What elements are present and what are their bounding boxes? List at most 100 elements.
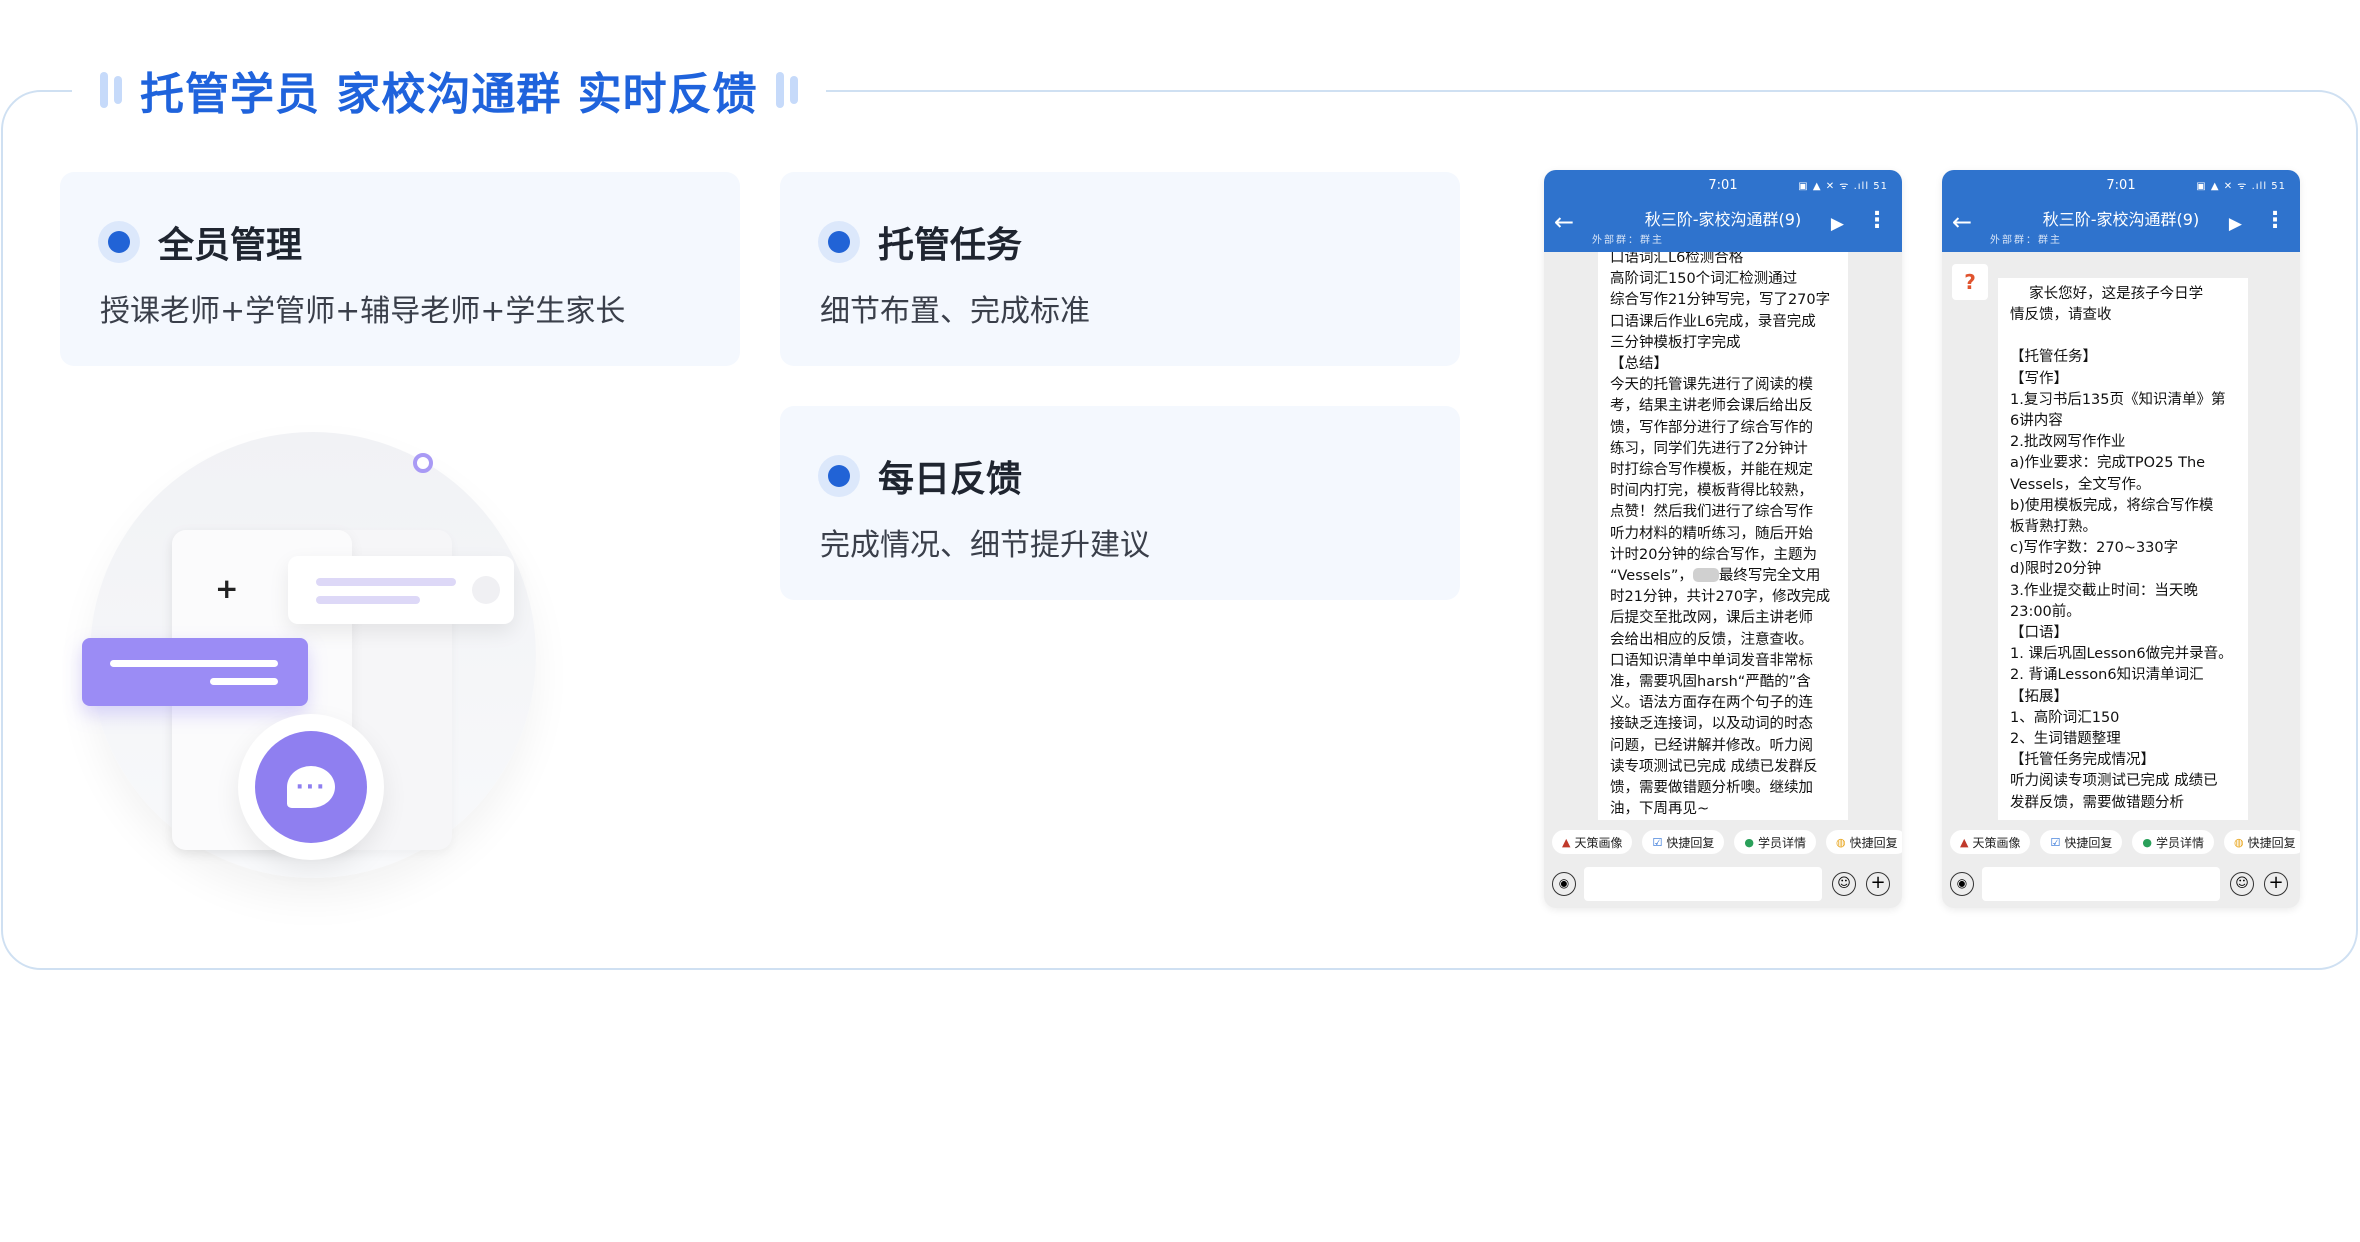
message-line (2010, 326, 2236, 347)
phone-screenshot-tasks: 7:01 ▣ ▲ ✕ ᯤ .ıll 51 ← 秋三阶-家校沟通群(9) 外部群：… (1942, 170, 2300, 908)
quick-tool-label: 天策画像 (1574, 835, 1623, 850)
title-bar: 托管学员 家校沟通群 实时反馈 (72, 58, 826, 122)
status-icons: ▣ ▲ ✕ ᯤ .ıll 51 (2196, 181, 2286, 192)
message-line: 【托管任务完成情况】 (2010, 752, 2155, 769)
message-bubble-white (288, 556, 514, 624)
slide: 托管学员 家校沟通群 实时反馈 全员管理 授课老师+学管师+辅导老师+学生家长 … (0, 0, 2360, 1242)
message-line: 三分钟模板打字完成 (1610, 334, 1741, 351)
quick-tool-button[interactable]: ● 学员详情 (2132, 830, 2214, 854)
message-line: c)写作字数：270~330字 (2010, 540, 2179, 557)
message-line: 口语知识清单中单词发音非常标 (1610, 652, 1813, 669)
chat-subtitle: 外部群：群主 (1592, 235, 1664, 246)
chat-header: ← 秋三阶-家校沟通群(9) 外部群：群主 ▶ ⋮ (1544, 200, 1902, 252)
message-line: b)使用模板完成，将综合写作模 (2010, 497, 2214, 514)
status-bar: 7:01 ▣ ▲ ✕ ᯤ .ıll 51 (1942, 170, 2300, 200)
message-line: 2. 背诵Lesson6知识清单词汇 (2010, 667, 2204, 684)
add-icon[interactable]: + (2264, 872, 2288, 896)
quick-tool-button[interactable]: ▲ 天策画像 (1950, 830, 2031, 854)
quick-tool-label: 学员详情 (1757, 835, 1806, 850)
chat-body: ? 家长您好，这是孩子今日学 情反馈，请查收 【托管任务】 【写作】 1.复习书后135… (1942, 252, 2300, 820)
message-input[interactable] (1982, 867, 2220, 901)
status-icons: ▣ ▲ ✕ ᯤ .ıll 51 (1798, 181, 1888, 192)
message-line: 听力材料的精听练习，随后开始 (1610, 525, 1813, 542)
card-desc: 完成情况、细节提升建议 (820, 528, 1150, 563)
message-line: 时21分钟，共计270字，修改完成 (1610, 589, 1831, 606)
message-line: 油，下周再见~ (1610, 801, 1710, 818)
quick-tool-button[interactable]: ◍ 快捷回复 (2224, 830, 2300, 854)
message-line: 接缺乏连接词，以及动词的时态 (1610, 716, 1813, 733)
quick-tool-label: 快捷回复 (2064, 835, 2113, 850)
quick-tools-bar: ▲ 天策画像 ☑ 快捷回复 ● 学员详情 ◍ 快捷回复 (1544, 820, 1902, 860)
card-label: 全员管理 (158, 225, 303, 266)
chat-title: 秋三阶-家校沟通群(9) (1644, 210, 1802, 229)
message-line: 高阶词汇150个词汇检测通过 (1610, 271, 1798, 288)
message-line: 1、高阶词汇150 (2010, 709, 2120, 726)
card-daily-feedback: 每日反馈 完成情况、细节提升建议 (780, 406, 1460, 600)
ring-dot-icon (413, 453, 433, 473)
message-line: 时打综合写作模板，并能在规定 (1610, 462, 1813, 479)
message-line: 板背熟打熟。 (2010, 519, 2097, 536)
quick-tool-button[interactable]: ☑ 快捷回复 (2040, 830, 2123, 854)
video-call-icon[interactable]: ▶ (1831, 214, 1844, 234)
person-chart-icon: ▲ (1562, 835, 1571, 849)
message-line: 家长您好，这是孩子今日学 (2010, 286, 2204, 302)
quick-tool-button[interactable]: ● 学员详情 (1734, 830, 1816, 854)
blurred-name (1692, 568, 1719, 583)
message-line: 义。语法方面存在两个句子的连 (1610, 695, 1813, 712)
chat-illustration: + ··· (60, 420, 580, 900)
message-line: 【总结】 (1610, 356, 1668, 373)
checkbox-icon: ☑ (1652, 835, 1663, 849)
more-menu-icon[interactable]: ⋮ (1866, 208, 1888, 233)
card-desc: 细节布置、完成标准 (820, 294, 1090, 329)
more-menu-icon[interactable]: ⋮ (2264, 208, 2286, 233)
card-all-staff: 全员管理 授课老师+学管师+辅导老师+学生家长 (60, 172, 740, 366)
message-line: 后提交至批改网，课后主讲老师 (1610, 610, 1813, 627)
message-line: d)限时20分钟 (2010, 561, 2102, 578)
message-line: 计时20分钟的综合写作，主题为 (1610, 546, 1817, 563)
chat-title: 秋三阶-家校沟通群(9) (2042, 210, 2200, 229)
message-bubble: 口语词汇L6检测合格 高阶词汇150个词汇检测通过 综合写作21分钟写完，写了270… (1598, 252, 1848, 820)
quick-tools-bar: ▲ 天策画像 ☑ 快捷回复 ● 学员详情 ◍ 快捷回复 (1942, 820, 2300, 860)
emoji-icon[interactable]: ☺ (2230, 872, 2254, 896)
message-input[interactable] (1584, 867, 1822, 901)
message-line: 1.复习书后135页《知识清单》第 (2010, 391, 2226, 408)
sender-avatar-icon[interactable]: ? (1952, 264, 1988, 300)
quick-tool-label: 学员详情 (2155, 835, 2204, 850)
card-desc: 授课老师+学管师+辅导老师+学生家长 (100, 294, 626, 329)
message-icon: ◍ (2234, 835, 2244, 849)
quick-tool-label: 快捷回复 (1666, 835, 1715, 850)
chat-header: ← 秋三阶-家校沟通群(9) 外部群：群主 ▶ ⋮ (1942, 200, 2300, 252)
user-icon: ● (2142, 835, 2152, 849)
message-line: 2.批改网写作作业 (2010, 434, 2126, 451)
quick-tool-button[interactable]: ◍ 快捷回复 (1826, 830, 1902, 854)
message-bubble: 家长您好，这是孩子今日学 情反馈，请查收 【托管任务】 【写作】 1.复习书后135页《… (1998, 278, 2248, 820)
message-icon: ◍ (1836, 835, 1846, 849)
message-line: 【口语】 (2010, 625, 2068, 642)
voice-icon[interactable]: ◉ (1950, 872, 1974, 896)
chat-button-icon: ··· (238, 714, 384, 860)
quick-tool-button[interactable]: ☑ 快捷回复 (1642, 830, 1725, 854)
message-line: 练习，同学们先进行了2分钟计 (1610, 440, 1808, 457)
plus-icon: + (215, 572, 239, 605)
voice-icon[interactable]: ◉ (1552, 872, 1576, 896)
user-icon: ● (1744, 835, 1754, 849)
message-line: 今天的托管课先进行了阅读的模 (1610, 377, 1813, 394)
input-bar: ◉ ☺ + (1544, 860, 1902, 908)
quick-tool-label: 快捷回复 (2247, 835, 2296, 850)
emoji-icon[interactable]: ☺ (1832, 872, 1856, 896)
message-line: 会给出相应的反馈，注意查收。 (1610, 631, 1813, 648)
quick-tool-button[interactable]: ▲ 天策画像 (1552, 830, 1633, 854)
quick-tool-label: 快捷回复 (1849, 835, 1898, 850)
message-line: 考，结果主讲老师会课后给出反 (1610, 398, 1813, 415)
bullet-dot-icon (818, 221, 860, 263)
message-line: 读专项测试已完成 成绩已发群反 (1610, 758, 1818, 775)
add-icon[interactable]: + (1866, 872, 1890, 896)
checkbox-icon: ☑ (2050, 835, 2061, 849)
status-bar: 7:01 ▣ ▲ ✕ ᯤ .ıll 51 (1544, 170, 1902, 200)
bullet-dot-icon (818, 455, 860, 497)
message-line: 口语词汇L6检测合格 (1610, 252, 1744, 266)
message-line: 时间内打完，模板背得比较熟， (1610, 483, 1813, 500)
message-line: 6讲内容 (2010, 413, 2063, 430)
quick-tool-label: 天策画像 (1972, 835, 2021, 850)
video-call-icon[interactable]: ▶ (2229, 214, 2242, 234)
